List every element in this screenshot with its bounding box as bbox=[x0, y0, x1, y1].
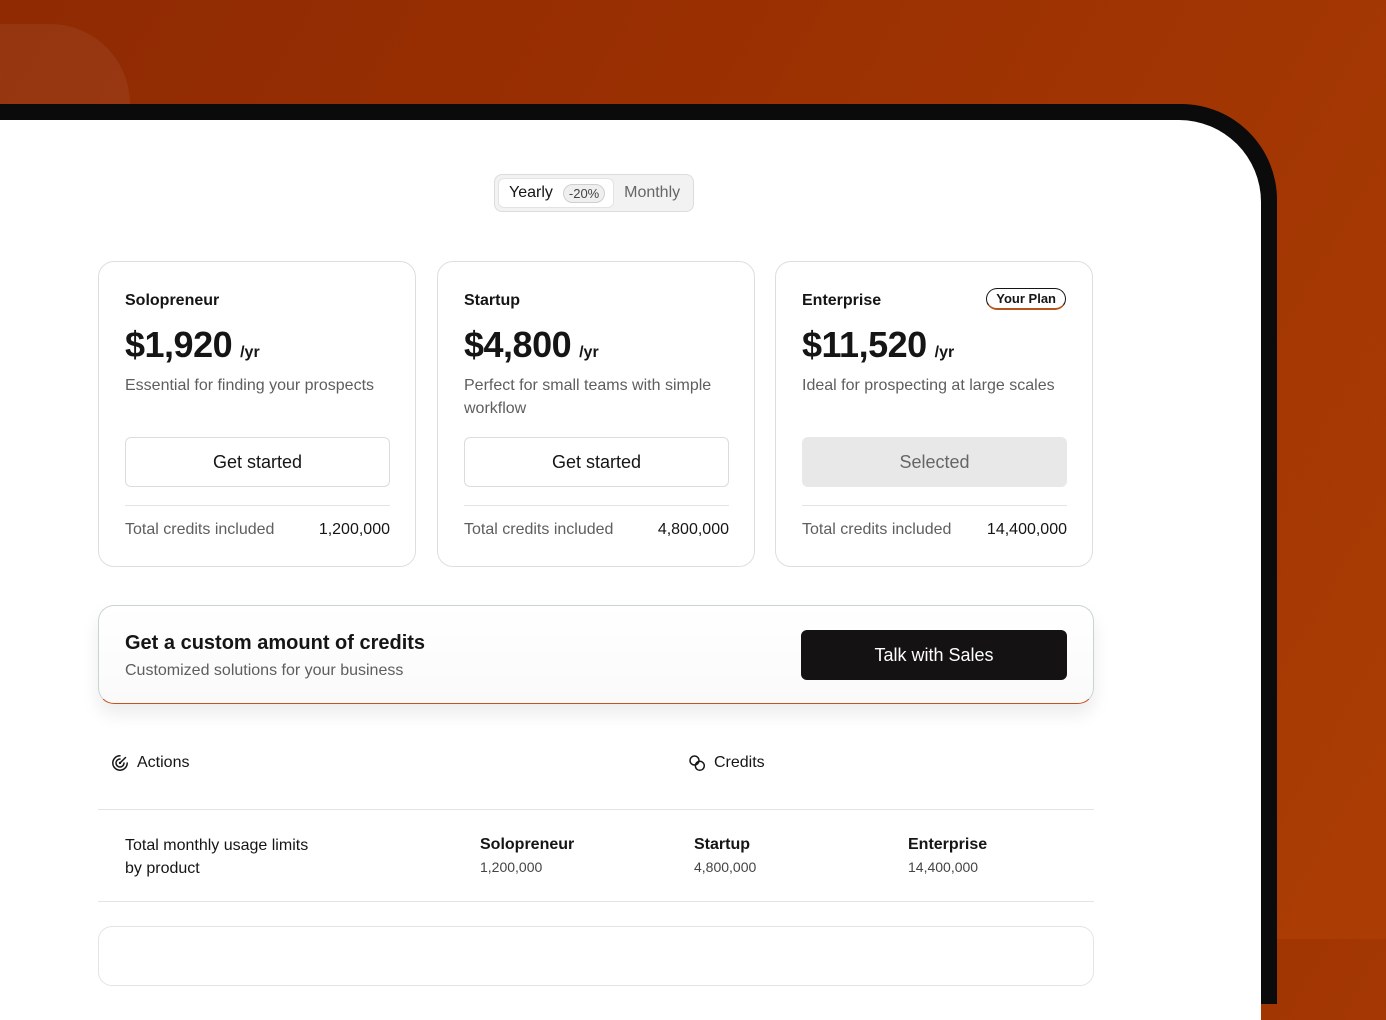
credits-label: Total credits included bbox=[125, 521, 275, 538]
next-section-card bbox=[98, 926, 1094, 986]
banner-title: Get a custom amount of credits bbox=[125, 632, 426, 654]
yearly-label: Yearly bbox=[509, 184, 553, 201]
banner-subtitle: Customized solutions for your business bbox=[125, 662, 404, 679]
divider bbox=[125, 505, 390, 506]
billing-period-toggle: Yearly -20% Monthly bbox=[494, 174, 694, 212]
custom-credits-banner: Get a custom amount of credits Customize… bbox=[98, 605, 1094, 704]
actions-header: Actions bbox=[111, 754, 189, 772]
plan-period: /yr bbox=[579, 344, 599, 361]
column-value: 1,200,000 bbox=[480, 859, 543, 875]
selected-plan-button[interactable]: Selected bbox=[802, 437, 1067, 487]
monthly-option[interactable]: Monthly bbox=[614, 184, 690, 202]
plan-period: /yr bbox=[240, 344, 260, 361]
table-divider bbox=[98, 901, 1094, 902]
credits-label: Total credits included bbox=[802, 521, 952, 538]
divider bbox=[464, 505, 729, 506]
plan-name: Solopreneur bbox=[125, 292, 220, 309]
yearly-option[interactable]: Yearly -20% bbox=[498, 178, 615, 208]
column-value: 14,400,000 bbox=[908, 859, 979, 875]
usage-column-solopreneur: Solopreneur 1,200,000 bbox=[480, 836, 574, 875]
pricing-screen: Yearly -20% Monthly Solopreneur $1,920 /… bbox=[0, 120, 1261, 1020]
price-row: $11,520 /yr bbox=[802, 324, 954, 366]
plan-name: Enterprise bbox=[802, 292, 882, 309]
price-row: $4,800 /yr bbox=[464, 324, 599, 366]
usage-row-label: Total monthly usage limits by product bbox=[125, 837, 309, 877]
column-name: Startup bbox=[694, 836, 750, 853]
credits-value: 1,200,000 bbox=[318, 521, 390, 538]
credits-label: Total credits included bbox=[464, 521, 614, 538]
column-value: 4,800,000 bbox=[694, 859, 757, 875]
credits-row: Total credits included 14,400,000 bbox=[802, 521, 1067, 539]
plan-description: Ideal for prospecting at large scales bbox=[802, 377, 1055, 394]
credits-row: Total credits included 4,800,000 bbox=[464, 521, 729, 539]
plan-card-startup: Startup $4,800 /yr Perfect for small tea… bbox=[437, 261, 755, 567]
actions-icon bbox=[112, 755, 128, 771]
credits-header: Credits bbox=[688, 754, 765, 772]
credits-row: Total credits included 1,200,000 bbox=[125, 521, 390, 539]
plan-description: Essential for finding your prospects bbox=[125, 377, 375, 394]
plan-name: Startup bbox=[464, 292, 520, 309]
divider bbox=[802, 505, 1067, 506]
talk-with-sales-button[interactable]: Talk with Sales bbox=[801, 630, 1067, 680]
credits-value: 4,800,000 bbox=[657, 521, 729, 538]
plan-card-enterprise: Enterprise Your Plan $11,520 /yr Ideal f… bbox=[775, 261, 1093, 567]
usage-column-enterprise: Enterprise 14,400,000 bbox=[908, 836, 987, 875]
discount-badge: -20% bbox=[562, 183, 606, 203]
plan-card-solopreneur: Solopreneur $1,920 /yr Essential for fin… bbox=[98, 261, 416, 567]
your-plan-badge: Your Plan bbox=[986, 288, 1066, 310]
get-started-button[interactable]: Get started bbox=[125, 437, 390, 487]
table-divider bbox=[98, 809, 1094, 810]
device-frame: Yearly -20% Monthly Solopreneur $1,920 /… bbox=[0, 104, 1277, 1020]
plan-price: $11,520 bbox=[802, 324, 927, 365]
usage-column-startup: Startup 4,800,000 bbox=[694, 836, 756, 875]
column-name: Solopreneur bbox=[480, 836, 575, 853]
column-name: Enterprise bbox=[908, 836, 988, 853]
credits-header-label: Credits bbox=[714, 754, 765, 771]
price-row: $1,920 /yr bbox=[125, 324, 260, 366]
coins-icon bbox=[689, 755, 706, 772]
plan-period: /yr bbox=[934, 344, 955, 361]
get-started-button[interactable]: Get started bbox=[464, 437, 729, 487]
credits-value: 14,400,000 bbox=[986, 521, 1067, 538]
plan-description: Perfect for small teams with simple work… bbox=[464, 377, 712, 417]
plan-price: $1,920 bbox=[125, 324, 233, 365]
plan-price: $4,800 bbox=[464, 324, 572, 365]
actions-header-label: Actions bbox=[137, 754, 190, 771]
